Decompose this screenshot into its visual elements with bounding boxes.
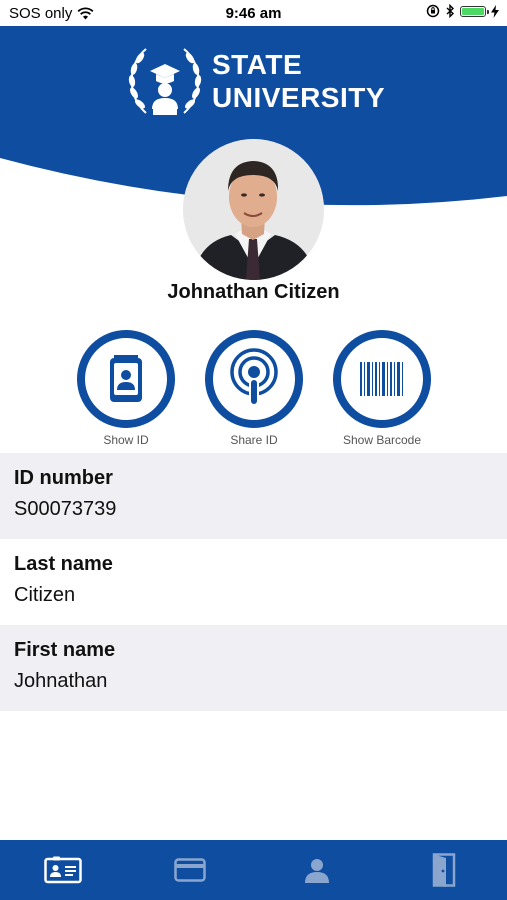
university-name-line1: STATE bbox=[212, 49, 303, 80]
field-label: First name bbox=[14, 639, 116, 661]
field-value: Johnathan bbox=[14, 670, 108, 692]
status-bar: SOS only 9:46 am bbox=[0, 0, 507, 26]
logout-door-tab-icon bbox=[432, 853, 455, 887]
show-barcode-button[interactable]: Show Barcode bbox=[327, 330, 437, 447]
profile-photo bbox=[183, 139, 324, 280]
id-card-tab-icon bbox=[44, 856, 83, 884]
field-value: S00073739 bbox=[14, 498, 117, 520]
university-name-line2: UNIVERSITY bbox=[212, 82, 386, 113]
university-name: STATE UNIVERSITY bbox=[212, 48, 385, 114]
share-id-button[interactable]: Share ID bbox=[199, 330, 309, 447]
field-label: ID number bbox=[14, 467, 113, 489]
show-barcode-label: Show Barcode bbox=[342, 433, 422, 447]
tab-bar bbox=[0, 840, 507, 900]
field-value: Citizen bbox=[14, 584, 76, 606]
tab-card[interactable] bbox=[127, 840, 254, 900]
id-details: ID number S00073739 Last name Citizen Fi… bbox=[0, 453, 507, 711]
show-id-label: Show ID bbox=[103, 433, 149, 447]
field-last-name: Last name Citizen bbox=[0, 539, 507, 625]
status-right bbox=[426, 4, 499, 18]
tab-id-card[interactable] bbox=[0, 840, 127, 900]
action-buttons: Show ID Share ID Show Barcode bbox=[0, 330, 507, 450]
profile-tab-icon bbox=[304, 859, 329, 883]
show-barcode-ring bbox=[333, 330, 431, 428]
show-id-ring bbox=[77, 330, 175, 428]
share-id-label: Share ID bbox=[230, 433, 278, 447]
id-card-icon bbox=[110, 355, 142, 402]
charging-bolt-icon bbox=[491, 4, 499, 18]
rotation-lock-icon bbox=[426, 4, 440, 18]
barcode-icon bbox=[360, 362, 403, 396]
user-full-name: Johnathan Citizen bbox=[167, 281, 340, 303]
battery-icon bbox=[460, 5, 489, 17]
university-crest-icon bbox=[128, 48, 202, 115]
tab-profile[interactable] bbox=[254, 840, 381, 900]
field-first-name: First name Johnathan bbox=[0, 625, 507, 711]
field-label: Last name bbox=[14, 553, 113, 575]
tab-logout[interactable] bbox=[380, 840, 507, 900]
show-id-button[interactable]: Show ID bbox=[71, 330, 181, 447]
field-id-number: ID number S00073739 bbox=[0, 453, 507, 539]
credit-card-tab-icon bbox=[174, 858, 206, 882]
broadcast-icon bbox=[230, 348, 278, 404]
bluetooth-icon bbox=[446, 4, 455, 18]
avatar bbox=[183, 139, 324, 280]
share-id-ring bbox=[205, 330, 303, 428]
